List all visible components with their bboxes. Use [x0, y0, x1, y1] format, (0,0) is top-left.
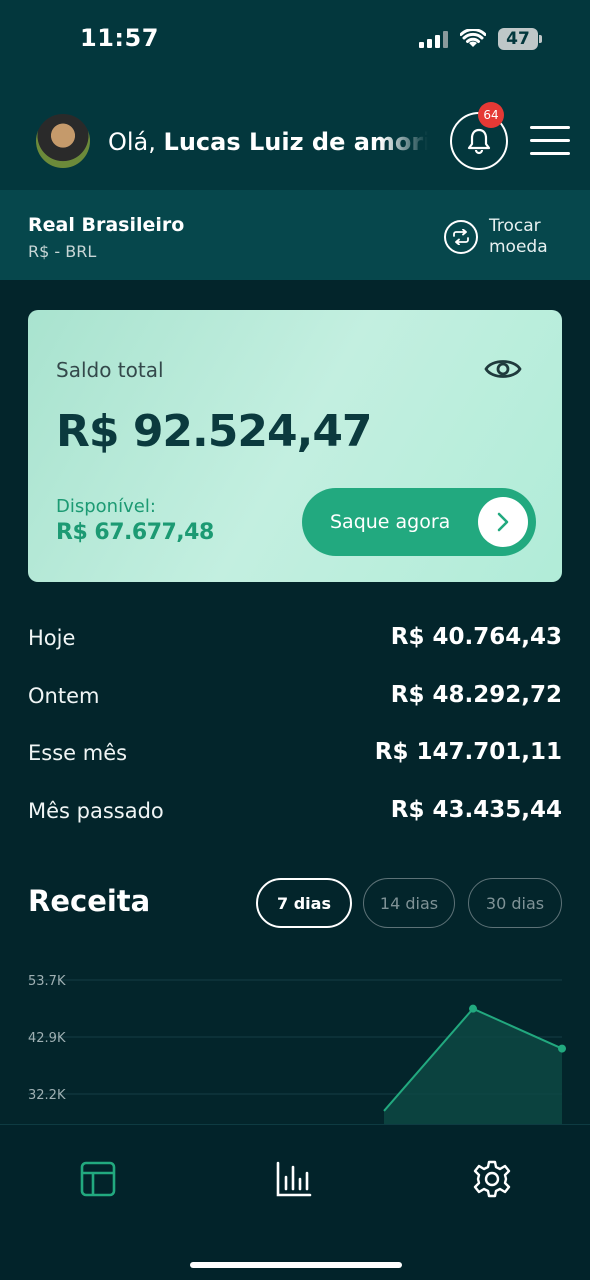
- status-time: 11:57: [80, 24, 159, 52]
- menu-icon: [530, 126, 570, 129]
- currency-code: R$ - BRL: [28, 242, 97, 261]
- range-7-days-button[interactable]: 7 dias: [256, 878, 352, 928]
- battery-icon: 47: [498, 28, 542, 50]
- nav-settings[interactable]: [472, 1159, 512, 1199]
- stat-value: R$ 48.292,72: [390, 682, 562, 708]
- status-icons: 47: [419, 28, 542, 50]
- stat-value: R$ 147.701,11: [374, 739, 562, 765]
- header: Olá, Lucas Luiz de amorim 64: [0, 80, 590, 190]
- eye-icon[interactable]: [484, 356, 522, 382]
- bar-chart-icon: [276, 1161, 312, 1197]
- chevron-right-icon: [478, 497, 528, 547]
- greeting-prefix: Olá,: [108, 128, 164, 156]
- balance-label: Saldo total: [56, 358, 164, 382]
- chart-y-tick-label: 42.9K: [28, 1031, 66, 1046]
- nav-reports[interactable]: [274, 1159, 314, 1199]
- revenue-title: Receita: [28, 884, 151, 918]
- signal-icon: [419, 30, 448, 48]
- bottom-nav: [0, 1124, 590, 1280]
- stat-row-this-month: Esse mês R$ 147.701,11: [28, 739, 562, 775]
- currency-bar: Real Brasileiro R$ - BRL Trocar moeda: [0, 190, 590, 280]
- chart-y-tick-label: 53.7K: [28, 974, 66, 989]
- stat-value: R$ 40.764,43: [390, 624, 562, 650]
- notification-badge: 64: [478, 102, 504, 128]
- stat-label: Hoje: [28, 626, 76, 650]
- home-indicator: [190, 1262, 402, 1268]
- greeting: Olá, Lucas Luiz de amorim: [108, 128, 428, 158]
- user-name: Lucas Luiz de amorim: [163, 128, 428, 156]
- chart-point[interactable]: [558, 1044, 566, 1053]
- swap-currency-button[interactable]: Trocar moeda: [489, 216, 569, 258]
- avatar[interactable]: [36, 114, 90, 168]
- available-value: R$ 67.677,48: [56, 520, 214, 545]
- stat-label: Ontem: [28, 684, 100, 708]
- status-bar: 11:57 47: [0, 0, 590, 80]
- range-30-days-button[interactable]: 30 dias: [468, 878, 562, 928]
- menu-button[interactable]: [530, 126, 570, 156]
- chart-y-tick-label: 32.2K: [28, 1088, 66, 1103]
- balance-value: R$ 92.524,47: [56, 406, 373, 457]
- withdraw-label: Saque agora: [330, 511, 451, 533]
- chart-point[interactable]: [469, 1004, 477, 1013]
- stat-row-last-month: Mês passado R$ 43.435,44: [28, 797, 562, 833]
- nav-dashboard[interactable]: [78, 1159, 118, 1199]
- range-14-days-button[interactable]: 14 dias: [363, 878, 455, 928]
- balance-card: Saldo total R$ 92.524,47 Disponível: R$ …: [28, 310, 562, 582]
- stat-value: R$ 43.435,44: [390, 797, 562, 823]
- withdraw-button[interactable]: Saque agora: [302, 488, 536, 556]
- currency-name: Real Brasileiro: [28, 214, 185, 236]
- swap-currency-icon[interactable]: [444, 220, 478, 254]
- revenue-chart: 53.7K 42.9K 32.2K: [28, 974, 566, 1125]
- stat-label: Mês passado: [28, 799, 164, 823]
- stat-row-today: Hoje R$ 40.764,43: [28, 624, 562, 660]
- dashboard-icon: [80, 1161, 116, 1197]
- gear-icon: [473, 1160, 511, 1198]
- bell-icon: [467, 128, 491, 155]
- chart-area: [384, 1008, 562, 1125]
- stat-label: Esse mês: [28, 741, 128, 765]
- stat-row-yesterday: Ontem R$ 48.292,72: [28, 682, 562, 718]
- available-label: Disponível:: [56, 496, 156, 517]
- wifi-icon: [460, 29, 486, 47]
